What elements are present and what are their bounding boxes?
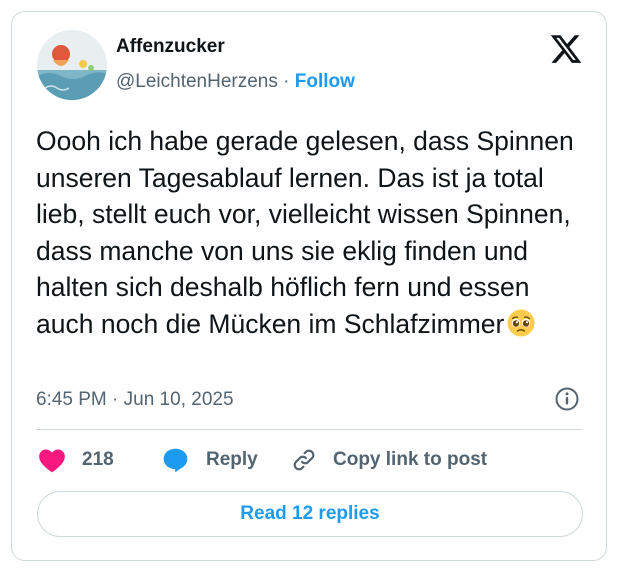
heart-icon [39, 449, 65, 473]
post-timestamp[interactable]: 6:45 PM · Jun 10, 2025 [36, 389, 234, 411]
post-text: Oooh ich habe gerade gelesen, dass Spinn… [36, 123, 581, 347]
reply-label: Reply [206, 449, 258, 470]
handle-row: @LeichtenHerzens · Follow [116, 71, 355, 93]
copy-link-button[interactable]: Copy link to post [291, 446, 487, 474]
link-icon [293, 449, 315, 471]
post-text-body: Oooh ich habe gerade gelesen, dass Spinn… [36, 126, 574, 339]
like-count: 218 [82, 449, 114, 470]
divider [36, 429, 582, 430]
display-name[interactable]: Affenzucker [116, 36, 225, 58]
x-logo-icon[interactable] [549, 32, 583, 66]
follow-button[interactable]: Follow [295, 71, 355, 92]
avatar[interactable] [37, 30, 107, 100]
reply-button[interactable]: Reply [162, 446, 258, 474]
copy-link-label: Copy link to post [333, 449, 488, 470]
info-icon[interactable] [554, 386, 580, 412]
handle[interactable]: @LeichtenHerzens [116, 71, 278, 92]
pleading-face-icon [506, 308, 536, 348]
read-replies-button[interactable]: Read 12 replies [37, 491, 583, 537]
like-button[interactable]: 218 [38, 446, 114, 474]
reply-bubble-icon [163, 448, 188, 473]
separator-dot: · [283, 71, 290, 92]
